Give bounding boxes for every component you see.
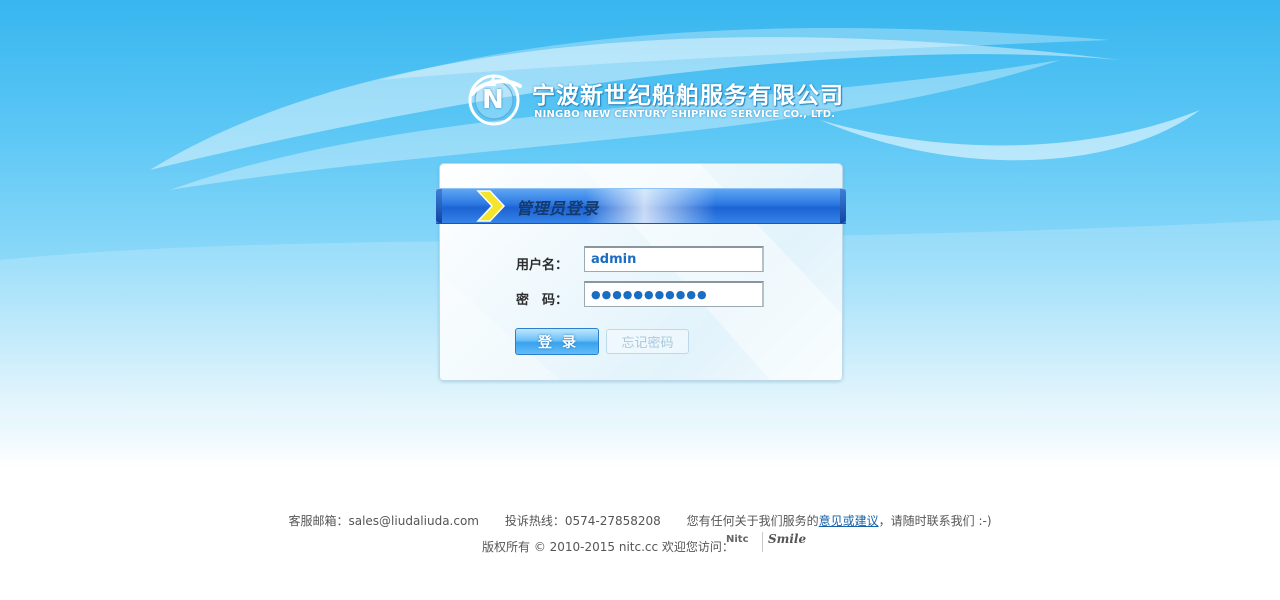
forgot-password-button[interactable]: 忘记密码 bbox=[606, 329, 689, 354]
logo-letters: N bbox=[482, 85, 504, 115]
partner-divider bbox=[762, 532, 763, 552]
login-title-ribbon: 管理员登录 bbox=[436, 188, 846, 224]
footer-hotline: 投诉热线：0574-27858208 bbox=[504, 514, 661, 528]
username-label: 用户名： bbox=[516, 258, 569, 273]
password-label: 密 码： bbox=[516, 293, 569, 308]
footer-contact-row: 客服邮箱：sales@liudaliuda.com 投诉热线：0574-2785… bbox=[0, 512, 1280, 529]
company-name-cn: 宁波新世纪船舶服务有限公司 bbox=[532, 83, 844, 109]
ribbon-highlight bbox=[586, 189, 716, 223]
chevron-right-icon bbox=[476, 190, 506, 222]
company-logo: N 宁波新世纪船舶服务有限公司 NINGBO NEW CENTURY SHIPP… bbox=[466, 72, 843, 128]
login-button[interactable]: 登录 bbox=[515, 328, 599, 355]
feedback-suffix: ，请随时联系我们 :-) bbox=[878, 514, 992, 528]
footer-copyright: 版权所有 © 2010-2015 nitc.cc 欢迎您访问： bbox=[482, 540, 734, 554]
password-input[interactable] bbox=[584, 281, 764, 307]
partner-logo-smile[interactable]: Smile bbox=[768, 532, 806, 546]
login-title: 管理员登录 bbox=[516, 199, 599, 218]
footer-feedback: 您有任何关于我们服务的意见或建议，请随时联系我们 :-) bbox=[687, 514, 992, 528]
footer-email: 客服邮箱：sales@liudaliuda.com bbox=[288, 514, 479, 528]
feedback-prefix: 您有任何关于我们服务的 bbox=[686, 514, 819, 528]
partner-logo-nitc[interactable]: Nitc bbox=[726, 534, 754, 552]
company-name-en: NINGBO NEW CENTURY SHIPPING SERVICE CO.,… bbox=[534, 109, 836, 120]
login-panel: 管理员登录 用户名： 密 码： 登录 忘记密码 bbox=[436, 163, 846, 381]
feedback-link[interactable]: 意见或建议 bbox=[819, 514, 879, 528]
username-input[interactable] bbox=[584, 246, 764, 272]
